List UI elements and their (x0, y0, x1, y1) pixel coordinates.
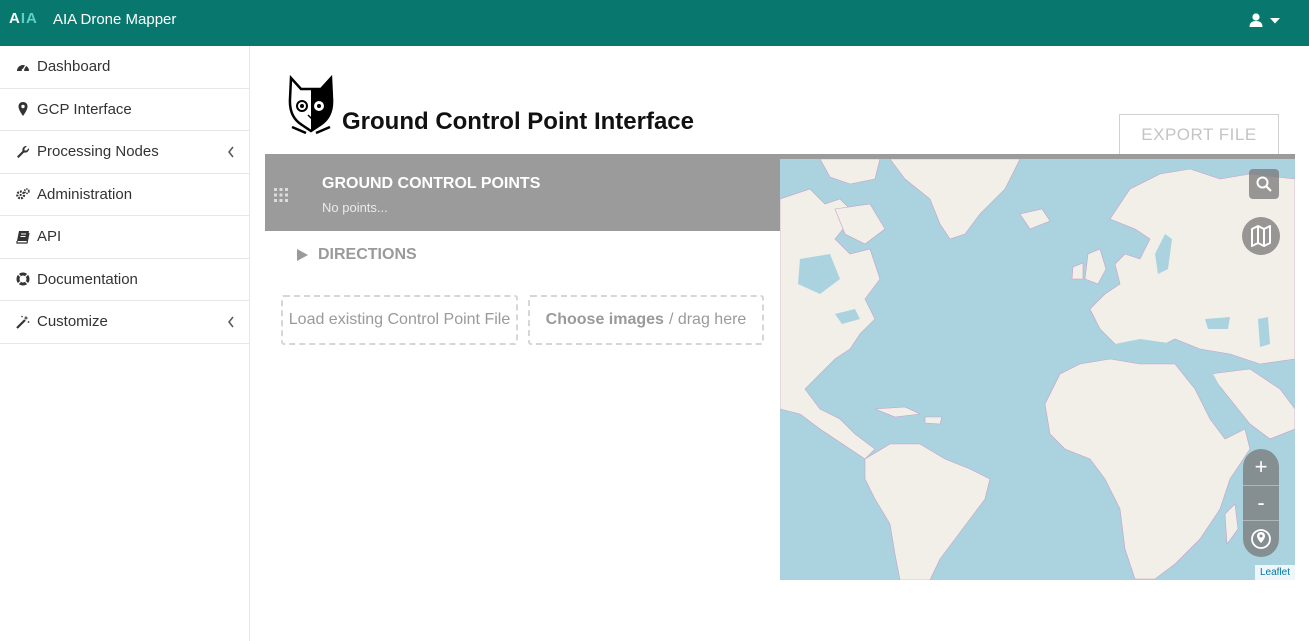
map-layers-icon (1251, 225, 1271, 247)
map-view[interactable]: + - Leaflet (780, 159, 1295, 580)
wrench-icon (16, 145, 30, 159)
zoom-out-button[interactable]: - (1243, 485, 1279, 521)
land-hispaniola (924, 416, 943, 425)
top-navbar: AIA AIA Drone Mapper (0, 0, 1309, 46)
chevron-left-icon[interactable] (227, 316, 235, 328)
gcp-panel-status: No points... (322, 200, 388, 215)
user-icon (1249, 13, 1280, 27)
page-title: Ground Control Point Interface (342, 108, 694, 135)
sidebar-item-administration[interactable]: Administration (0, 174, 249, 216)
sidebar-item-dashboard[interactable]: Dashboard (0, 46, 249, 89)
sidebar-item-label: Customize (37, 313, 108, 331)
drag-here-label: / drag here (668, 311, 747, 328)
sidebar-item-gcp-interface[interactable]: GCP Interface (0, 89, 249, 131)
gcp-panel-header: GROUND CONTROL POINTS No points... (265, 154, 780, 231)
sidebar-item-label: Processing Nodes (37, 143, 159, 161)
water-black-sea (1205, 317, 1230, 329)
choose-images-dropzone[interactable]: Choose images / drag here (528, 295, 764, 345)
world-basemap[interactable] (780, 159, 1295, 580)
book-icon (16, 230, 30, 244)
directions-toggle[interactable]: DIRECTIONS (297, 246, 417, 264)
sidebar-item-api[interactable]: API (0, 216, 249, 259)
gcp-panel-title: GROUND CONTROL POINTS (322, 175, 541, 192)
export-file-button[interactable]: EXPORT FILE (1119, 114, 1279, 156)
sidebar-item-label: API (37, 228, 62, 246)
sidebar-item-label: Dashboard (37, 58, 111, 76)
sidebar-item-label: Administration (37, 185, 133, 203)
leaflet-attribution-link[interactable]: Leaflet (1254, 565, 1295, 580)
gears-icon (16, 187, 30, 201)
sidebar-item-label: Documentation (37, 270, 138, 288)
dashboard-icon (16, 60, 30, 74)
land-baffin (834, 203, 886, 245)
zoom-in-button[interactable]: + (1243, 449, 1279, 485)
map-marker-icon (16, 102, 30, 117)
user-menu-dropdown[interactable] (1248, 12, 1282, 30)
land-greenland (889, 159, 1021, 240)
main-content: Ground Control Point Interface EXPORT FI… (250, 46, 1309, 641)
drag-handle-icon[interactable] (274, 188, 288, 202)
sidebar-item-customize[interactable]: Customize (0, 301, 249, 344)
land-madagascar (1224, 503, 1239, 545)
magic-wand-icon (16, 315, 30, 329)
brand-logo[interactable]: AIA (9, 11, 43, 27)
land-arctic-islands (819, 159, 881, 185)
search-icon (1256, 176, 1272, 192)
locate-icon (1251, 529, 1271, 549)
zoom-control: + - (1243, 449, 1279, 557)
load-file-label: Load existing Control Point File (288, 311, 511, 328)
sidebar-item-label: GCP Interface (37, 100, 132, 118)
sidebar-item-processing-nodes[interactable]: Processing Nodes (0, 131, 249, 174)
life-ring-icon (16, 272, 30, 286)
sidebar-item-documentation[interactable]: Documentation (0, 259, 249, 301)
land-ireland (1071, 262, 1084, 280)
map-search-button[interactable] (1249, 169, 1279, 199)
map-layers-button[interactable] (1242, 217, 1280, 255)
land-south-america (864, 443, 991, 580)
cat-mascot-logo (288, 75, 334, 135)
load-control-point-file-dropzone[interactable]: Load existing Control Point File (281, 295, 518, 345)
choose-images-label: Choose images (545, 311, 664, 328)
land-cuba (874, 406, 922, 418)
sidebar: Dashboard GCP Interface Processing Nodes (0, 46, 250, 641)
app-title[interactable]: AIA Drone Mapper (53, 11, 176, 29)
directions-label: DIRECTIONS (318, 246, 417, 263)
locate-button[interactable] (1243, 521, 1279, 557)
logo-letter-a2: A (26, 10, 38, 27)
chevron-left-icon[interactable] (227, 146, 235, 158)
land-great-britain (1084, 248, 1107, 285)
logo-letter-a: A (9, 10, 21, 27)
caret-right-icon (297, 249, 308, 261)
land-iceland (1019, 208, 1051, 230)
water-caspian (1258, 317, 1270, 347)
caret-down-icon (1270, 18, 1280, 24)
